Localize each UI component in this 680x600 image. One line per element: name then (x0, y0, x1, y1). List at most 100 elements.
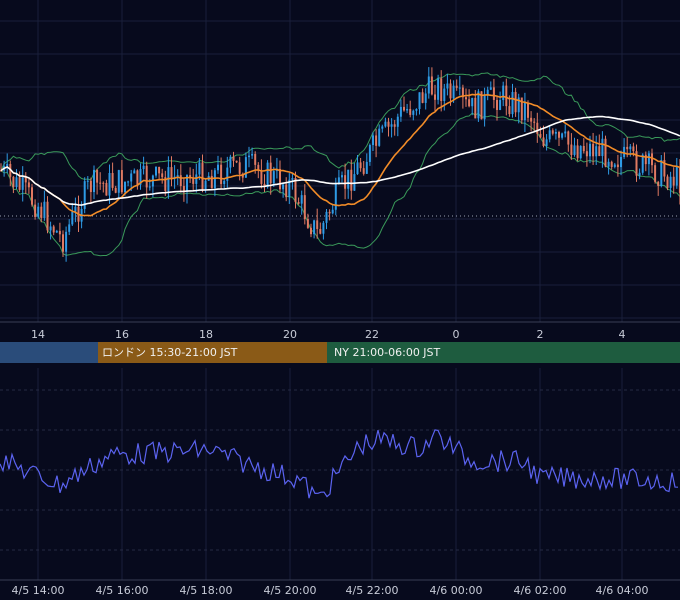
candle-body (567, 131, 570, 145)
x-tick-label: 16 (115, 328, 129, 341)
candle-body (672, 176, 675, 186)
candle-body (279, 168, 281, 190)
candle-body (505, 85, 508, 107)
candle-body (458, 87, 461, 89)
candle-body (124, 181, 126, 193)
candle-body (579, 145, 582, 159)
candle-body (492, 87, 495, 100)
candle-body (523, 102, 526, 121)
candle-body (669, 176, 672, 188)
candle-body (446, 83, 449, 89)
candle-body (40, 206, 43, 218)
price-x-axis: 14 16 18 20 22 0 2 4 (31, 328, 626, 341)
candle-body (52, 226, 55, 233)
candle-body (437, 78, 440, 100)
candle-body (127, 181, 130, 183)
x-tick-label: 4/6 00:00 (430, 584, 483, 597)
bollinger-bands (0, 72, 680, 257)
x-tick-label: 22 (365, 328, 379, 341)
candle-body (24, 177, 27, 183)
candle-body (238, 162, 241, 174)
candle-body (313, 220, 316, 235)
candle-body (399, 106, 402, 117)
candle-body (443, 88, 446, 102)
candle-body (300, 195, 303, 204)
candle-body (306, 219, 309, 228)
candle-body (477, 91, 480, 119)
candle-body (272, 171, 275, 184)
x-tick-label: 2 (537, 328, 544, 341)
candle-body (585, 151, 588, 157)
candle-body (350, 169, 353, 191)
candle-body (65, 231, 68, 252)
candle-body (582, 145, 585, 152)
candle-body (660, 160, 663, 186)
candle-body (46, 201, 49, 231)
x-tick-label: 4 (619, 328, 626, 341)
candle-body (564, 131, 567, 134)
candle-body (260, 170, 263, 184)
candle-body (592, 143, 595, 157)
candle-body (226, 167, 229, 181)
candle-body (21, 177, 24, 190)
chart-root: 14 16 18 20 22 0 2 4 4/5 14:00 4/5 16:00 4/5 18:0… (0, 0, 680, 597)
candle-body (365, 161, 368, 174)
grid (0, 0, 680, 581)
candle-body (15, 177, 18, 188)
candle-body (514, 91, 517, 113)
candle-body (269, 162, 272, 184)
candle-body (316, 220, 319, 229)
candle-body (421, 92, 424, 103)
candle-body (27, 182, 30, 188)
candle-body (511, 91, 514, 115)
candle-body (285, 184, 288, 198)
candle-body (105, 182, 108, 196)
x-tick-label: 4/5 18:00 (180, 584, 233, 597)
candle-body (356, 162, 359, 175)
candle-body (626, 146, 629, 150)
candle-body (93, 169, 95, 193)
candle-body (96, 169, 99, 183)
candle-body (533, 121, 536, 123)
candle-body (430, 76, 433, 95)
candle-body (282, 184, 285, 190)
candle-body (74, 206, 77, 212)
bollinger-upper (0, 72, 680, 181)
candle-body (220, 164, 223, 185)
candle-body (331, 209, 334, 214)
candle-body (347, 169, 350, 189)
candle-body (647, 153, 650, 165)
candle-body (378, 128, 381, 146)
candle-body (136, 170, 139, 185)
candle-body (291, 178, 294, 180)
candle-body (434, 94, 436, 100)
candle-body (536, 122, 539, 134)
candle-body (381, 126, 384, 129)
candle-body (266, 162, 269, 188)
candle-body (99, 182, 102, 184)
candle-body (232, 156, 235, 161)
x-tick-label: 18 (199, 328, 213, 341)
session-ny: NY 21:00-06:00 JST (327, 342, 680, 363)
candle-body (390, 124, 393, 127)
candle-body (638, 172, 641, 176)
candle-body (375, 135, 378, 146)
x-tick-label: 4/6 04:00 (596, 584, 649, 597)
candle-body (415, 109, 418, 111)
candle-body (111, 173, 114, 188)
candle-body (486, 89, 489, 95)
candle-body (418, 92, 421, 110)
candle-body (595, 146, 598, 157)
candle-body (449, 83, 452, 99)
candle-body (489, 87, 492, 90)
oscillator-x-axis: 4/5 14:00 4/5 16:00 4/5 18:00 4/5 20:00 4/5 … (12, 584, 649, 597)
candle-body (145, 165, 148, 188)
candle-body (551, 130, 554, 134)
candle-body (86, 180, 89, 182)
candle-body (251, 154, 254, 156)
x-tick-label: 4/5 14:00 (12, 584, 65, 597)
candle-body (12, 176, 15, 188)
candle-body (102, 182, 105, 184)
candle-body (18, 177, 21, 190)
candle-body (179, 175, 182, 187)
